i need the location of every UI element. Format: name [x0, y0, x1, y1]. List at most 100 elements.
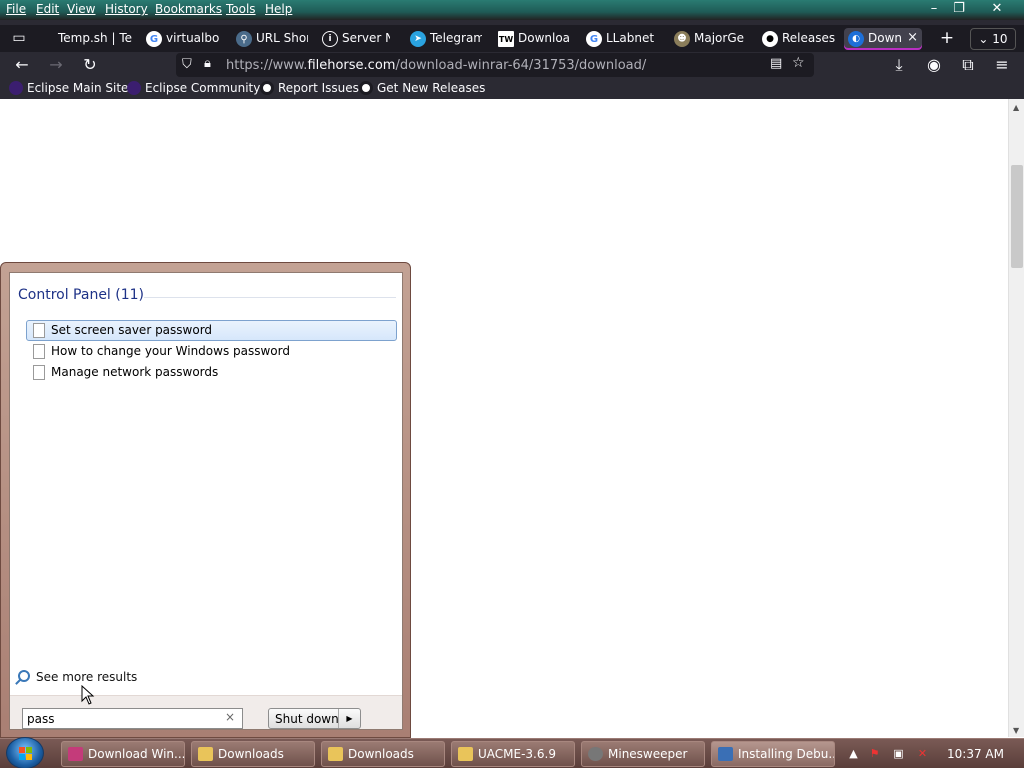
- google-icon: G: [586, 31, 602, 47]
- tab-server[interactable]: i Server N: [318, 28, 390, 50]
- folder-icon: [198, 747, 213, 761]
- result-manage-network-passwords[interactable]: Manage network passwords: [26, 362, 397, 383]
- lock-icon[interactable]: 🔒︎: [204, 56, 211, 71]
- downloads-icon[interactable]: ⤓: [888, 54, 910, 76]
- bookmark-label: Eclipse Community: [145, 81, 261, 95]
- bookmark-eclipse-main-site[interactable]: Eclipse Main Site: [9, 81, 128, 95]
- minimize-button[interactable]: –: [922, 1, 946, 17]
- tracking-protection-shield-icon[interactable]: ⛉: [182, 57, 192, 72]
- taskbar-downloads-2[interactable]: Downloads: [321, 741, 445, 767]
- taskbar-minesweeper[interactable]: Minesweeper: [581, 741, 705, 767]
- url-prefix: https://www.: [226, 58, 308, 73]
- action-center-flag-icon[interactable]: ⚑: [868, 748, 881, 760]
- menu-tools[interactable]: Tools: [226, 2, 256, 16]
- menu-edit[interactable]: Edit: [36, 2, 59, 16]
- menu-help[interactable]: Help: [265, 2, 292, 16]
- taskbar-firefox[interactable]: Download Win...: [61, 741, 185, 767]
- installer-icon: [718, 747, 733, 761]
- see-more-results-link[interactable]: See more results: [18, 670, 137, 684]
- bookmark-get-new-releases[interactable]: Get New Releases: [359, 81, 485, 95]
- url-text[interactable]: https://www.filehorse.com/download-winra…: [226, 58, 646, 73]
- eclipse-icon: [9, 81, 23, 95]
- start-button[interactable]: [6, 737, 44, 768]
- hamburger-menu-icon[interactable]: ≡: [991, 54, 1013, 76]
- close-tab-icon[interactable]: ×: [907, 30, 918, 45]
- tab-releases[interactable]: ● Releases: [758, 28, 838, 50]
- account-icon[interactable]: ◉: [923, 54, 945, 76]
- close-window-button[interactable]: ✕: [985, 1, 1009, 17]
- mouse-cursor-icon: [81, 685, 95, 705]
- bookmark-star-icon[interactable]: ☆: [792, 55, 805, 71]
- tab-filehorse-active[interactable]: ◐ Down ×: [844, 28, 922, 50]
- shut-down-label: Shut down: [275, 712, 339, 726]
- bookmark-report-issues[interactable]: Report Issues: [260, 81, 359, 95]
- reader-view-icon[interactable]: ▤: [770, 56, 782, 71]
- bookmarks-toolbar: Eclipse Main Site Eclipse Community Repo…: [0, 78, 1024, 99]
- taskbar-downloads-1[interactable]: Downloads: [191, 741, 315, 767]
- bookmark-label: Report Issues: [278, 81, 359, 95]
- menu-file[interactable]: File: [6, 2, 26, 16]
- start-menu-bottom-bar: pass × Shut down ▶: [10, 695, 402, 729]
- menu-bookmarks[interactable]: Bookmarks: [155, 2, 222, 16]
- taskbar-uacme[interactable]: UACME-3.6.9: [451, 741, 575, 767]
- url-bar[interactable]: ⛉ 🔒︎ https://www.filehorse.com/download-…: [176, 53, 814, 77]
- firefox-icon: [68, 747, 83, 761]
- tab-label: Releases: [782, 31, 836, 45]
- control-panel-item-icon: [33, 344, 45, 359]
- url-domain: filehorse.com: [307, 58, 396, 73]
- start-search-input[interactable]: pass: [22, 708, 243, 729]
- taskbar-label: Download Win...: [88, 747, 185, 761]
- network-icon[interactable]: ▣: [892, 748, 905, 760]
- scroll-down-icon[interactable]: ▼: [1013, 726, 1019, 735]
- tab-label: Downloa: [518, 31, 570, 45]
- scroll-up-icon[interactable]: ▲: [1013, 103, 1019, 112]
- tab-majorgeeks[interactable]: ☻ MajorGe: [670, 28, 748, 50]
- menu-history[interactable]: History: [105, 2, 148, 16]
- tab-label: Telegram: [430, 31, 482, 45]
- reload-button[interactable]: ↻: [79, 54, 101, 76]
- folder-icon: [458, 747, 473, 761]
- tab-label: MajorGe: [694, 31, 744, 45]
- tab-telegram[interactable]: ➤ Telegram: [406, 28, 482, 50]
- page-scrollbar[interactable]: ▲ ▼: [1008, 99, 1024, 737]
- control-panel-item-icon: [33, 323, 45, 338]
- github-icon: ●: [762, 31, 778, 47]
- folder-icon: [328, 747, 343, 761]
- tab-virtualbox[interactable]: G virtualbo: [142, 28, 224, 50]
- clear-search-icon[interactable]: ×: [225, 710, 235, 724]
- tw-icon: TW: [498, 31, 514, 47]
- result-set-screen-saver-password[interactable]: Set screen saver password: [26, 320, 397, 341]
- extensions-icon[interactable]: ⧉: [957, 54, 979, 76]
- back-button[interactable]: ←: [11, 54, 33, 76]
- firefox-view-icon[interactable]: ▭: [8, 27, 30, 49]
- shut-down-options-arrow-icon[interactable]: ▶: [338, 709, 360, 728]
- bookmark-eclipse-community[interactable]: Eclipse Community: [127, 81, 260, 95]
- chevron-down-icon: ⌄: [978, 32, 989, 46]
- restore-button[interactable]: ❐: [947, 1, 971, 17]
- taskbar-installing-debug[interactable]: Installing Debu...: [711, 741, 835, 767]
- tab-temp-sh[interactable]: Temp.sh | Te: [34, 28, 134, 50]
- tab-label: URL Shor: [256, 31, 308, 45]
- taskbar-label: Installing Debu...: [738, 747, 835, 761]
- scrollbar-thumb[interactable]: [1011, 165, 1023, 268]
- result-change-windows-password[interactable]: How to change your Windows password: [26, 341, 397, 362]
- tab-url-shortener[interactable]: ⚲ URL Shor: [232, 28, 308, 50]
- tab-download[interactable]: TW Downloa: [494, 28, 570, 50]
- bookmark-label: Eclipse Main Site: [27, 81, 129, 95]
- list-all-tabs-button[interactable]: ⌄ 10: [970, 28, 1016, 50]
- taskbar-label: UACME-3.6.9: [478, 747, 556, 761]
- temp-icon: [38, 31, 54, 47]
- show-hidden-icons-arrow-icon[interactable]: ▲: [847, 748, 860, 760]
- browser-chrome: File Edit View History Bookmarks Tools H…: [0, 0, 1024, 99]
- tab-label: virtualbo: [166, 31, 220, 45]
- taskbar-clock[interactable]: 10:37 AM: [947, 747, 1004, 761]
- volume-muted-icon[interactable]: ✕: [916, 748, 929, 760]
- tab-llabnet[interactable]: G LLabnet: [582, 28, 660, 50]
- shut-down-button[interactable]: Shut down ▶: [268, 708, 361, 729]
- menu-view[interactable]: View: [67, 2, 95, 16]
- start-menu: Control Panel (11) Set screen saver pass…: [0, 262, 411, 738]
- github-icon: [359, 81, 373, 95]
- results-group-heading[interactable]: Control Panel (11): [18, 287, 144, 303]
- forward-button[interactable]: →: [45, 54, 67, 76]
- new-tab-button[interactable]: +: [936, 28, 958, 50]
